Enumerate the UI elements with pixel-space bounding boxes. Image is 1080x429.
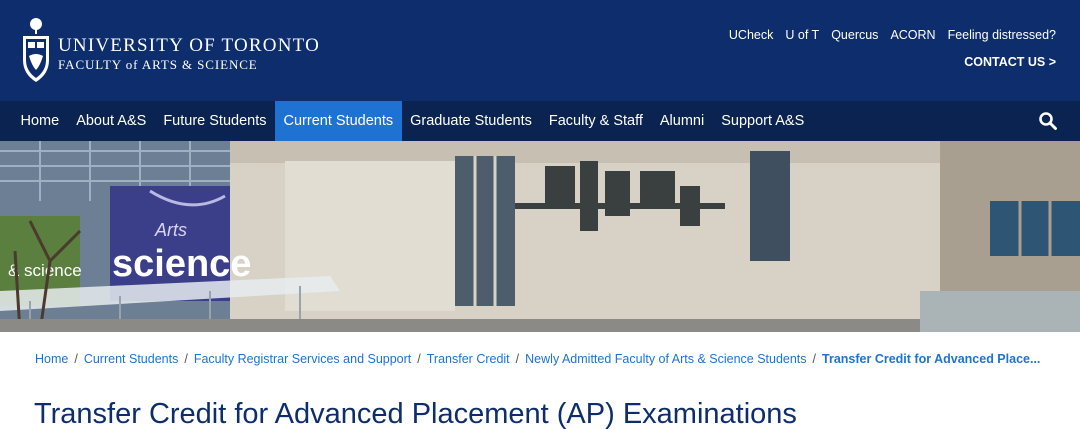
- breadcrumb-separator: /: [515, 352, 520, 366]
- nav-item-support[interactable]: Support A&S: [713, 101, 813, 141]
- util-link-acorn[interactable]: ACORN: [890, 28, 935, 42]
- university-name: UNIVERSITY OF TORONTO: [58, 35, 321, 56]
- hero-banner-image: Arts science & science: [0, 141, 1080, 332]
- crest-icon: [23, 18, 49, 82]
- hero-building-illustration: Arts science & science: [0, 141, 1080, 332]
- util-link-feeling-distressed[interactable]: Feeling distressed?: [948, 28, 1056, 42]
- faculty-name: FACULTY of ARTS & SCIENCE: [58, 57, 258, 72]
- hero-sign-science: science: [112, 243, 251, 285]
- university-logo-link[interactable]: UNIVERSITY OF TORONTO FACULTY of ARTS & …: [20, 16, 350, 86]
- nav-item-current-students[interactable]: Current Students: [275, 101, 402, 141]
- search-icon[interactable]: [1038, 111, 1058, 131]
- breadcrumb-transfer-credit[interactable]: Transfer Credit: [427, 352, 510, 366]
- nav-item-future-students[interactable]: Future Students: [155, 101, 275, 141]
- nav-item-graduate-students[interactable]: Graduate Students: [402, 101, 541, 141]
- breadcrumb-separator: /: [184, 352, 188, 366]
- nav-item-home[interactable]: Home: [12, 101, 68, 141]
- nav-item-about[interactable]: About A&S: [68, 101, 155, 141]
- page-title: Transfer Credit for Advanced Placement (…: [34, 398, 797, 429]
- util-link-quercus[interactable]: Quercus: [831, 28, 878, 42]
- hero-sign-arts: Arts: [154, 220, 187, 240]
- breadcrumb: Home / Current Students / Faculty Regist…: [35, 352, 1040, 366]
- breadcrumb-separator: /: [74, 352, 78, 366]
- breadcrumb-home[interactable]: Home: [35, 352, 68, 366]
- contact-us-link[interactable]: CONTACT US >: [964, 55, 1056, 69]
- breadcrumb-registrar-services[interactable]: Faculty Registrar Services and Support: [194, 352, 411, 366]
- nav-item-alumni[interactable]: Alumni: [651, 101, 712, 141]
- main-nav: Home About A&S Future Students Current S…: [0, 101, 1080, 141]
- util-link-uoft[interactable]: U of T: [785, 28, 819, 42]
- util-link-ucheck[interactable]: UCheck: [729, 28, 773, 42]
- breadcrumb-separator: /: [417, 352, 421, 366]
- breadcrumb-current-page: Transfer Credit for Advanced Place...: [822, 352, 1041, 366]
- breadcrumb-separator: /: [812, 352, 817, 366]
- hero-sign-left: & science: [8, 261, 82, 280]
- breadcrumb-newly-admitted[interactable]: Newly Admitted Faculty of Arts & Science…: [525, 352, 806, 366]
- site-header: UNIVERSITY OF TORONTO FACULTY of ARTS & …: [0, 0, 1080, 101]
- breadcrumb-current-students[interactable]: Current Students: [84, 352, 179, 366]
- utility-links: UCheck U of T Quercus ACORN Feeling dist…: [729, 28, 1056, 42]
- nav-item-faculty-staff[interactable]: Faculty & Staff: [540, 101, 651, 141]
